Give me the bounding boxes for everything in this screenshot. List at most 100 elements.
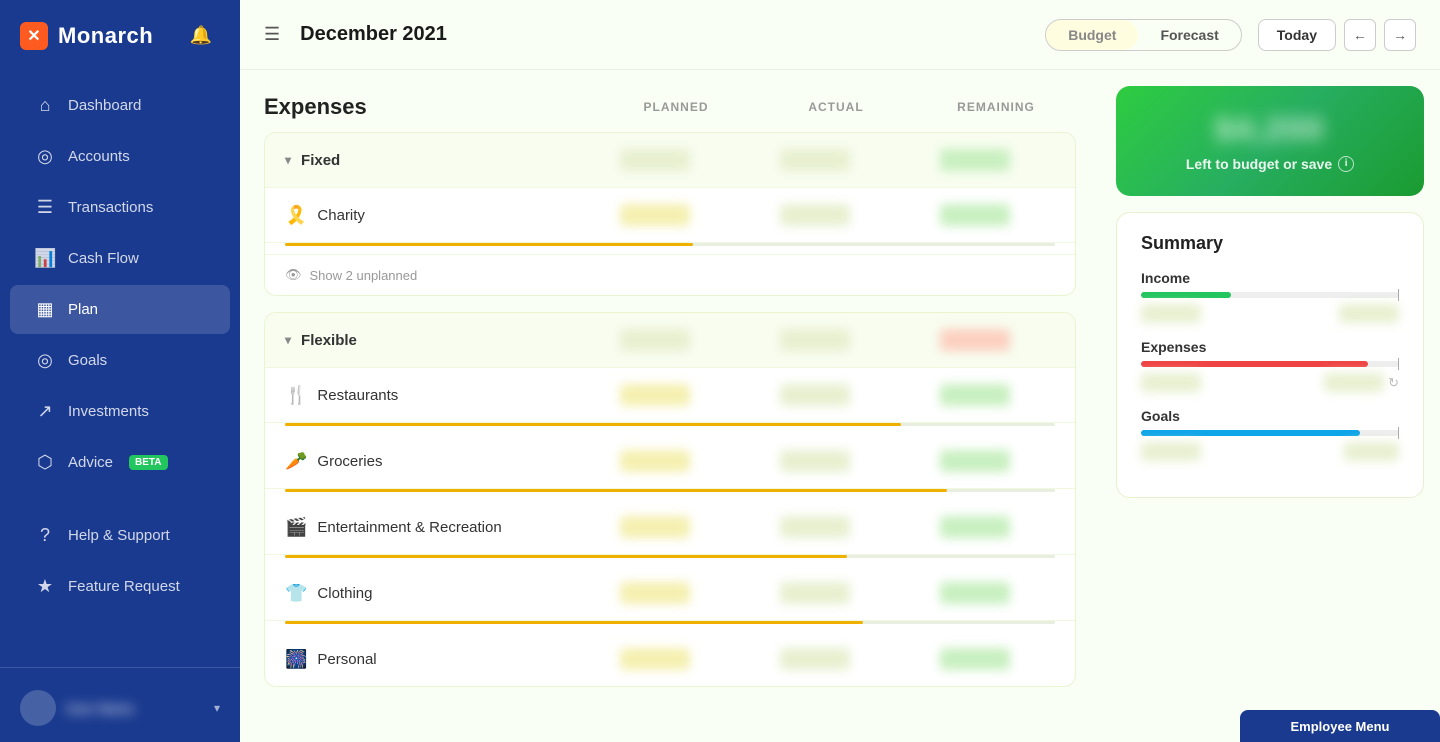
sidebar-item-advice[interactable]: ⬡ Advice BETA xyxy=(10,438,230,487)
sidebar-item-label: Plan xyxy=(68,301,98,318)
sidebar-item-cashflow[interactable]: 📊 Cash Flow xyxy=(10,234,230,283)
sidebar-item-goals[interactable]: ◎ Goals xyxy=(10,336,230,385)
fixed-label: ▾ Fixed xyxy=(285,152,575,169)
flexible-section-header-row[interactable]: ▾ Flexible $3,100 $2,400 -$200 xyxy=(265,313,1075,368)
charity-row[interactable]: 🎗️ Charity $150 $80 $70 xyxy=(265,188,1075,243)
charity-emoji-icon: 🎗️ xyxy=(285,205,307,226)
content-area: Expenses PLANNED ACTUAL REMAINING ▾ Fixe… xyxy=(240,70,1440,742)
user-name: User Name xyxy=(66,701,204,716)
sidebar-item-dashboard[interactable]: ⌂ Dashboard xyxy=(10,81,230,130)
sidebar-item-feature-request[interactable]: ★ Feature Request xyxy=(10,562,230,611)
sidebar-item-plan[interactable]: ▦ Plan xyxy=(10,285,230,334)
sidebar-item-label: Goals xyxy=(68,352,107,369)
prev-month-button[interactable]: ← xyxy=(1344,19,1376,51)
personal-remaining-value: $250 xyxy=(895,648,1055,670)
summary-expenses-actual: $5,400 xyxy=(1324,373,1384,392)
clothing-row[interactable]: 👕 Clothing $200 $150 $50 xyxy=(265,566,1075,621)
entertainment-label: 🎬 Entertainment & Recreation xyxy=(285,517,575,538)
sidebar-item-label: Investments xyxy=(68,403,149,420)
left-to-budget-amount: $4,200 xyxy=(1215,111,1325,148)
notification-bell-icon[interactable]: 🔔 xyxy=(190,25,212,46)
sidebar-item-investments[interactable]: ↗ Investments xyxy=(10,387,230,436)
forecast-toggle-button[interactable]: Forecast xyxy=(1138,20,1240,50)
summary-goals-values: $1,000 $850 xyxy=(1141,442,1399,461)
user-info: User Name xyxy=(66,701,204,716)
flexible-planned-value: $3,100 xyxy=(575,329,735,351)
help-icon: ? xyxy=(34,525,56,546)
entertainment-row[interactable]: 🎬 Entertainment & Recreation $300 $220 $… xyxy=(265,500,1075,555)
app-logo[interactable]: ✕ Monarch 🔔 xyxy=(0,0,240,71)
budget-table: Expenses PLANNED ACTUAL REMAINING ▾ Fixe… xyxy=(240,70,1100,742)
today-button[interactable]: Today xyxy=(1258,19,1336,51)
summary-title: Summary xyxy=(1141,233,1399,254)
show-unplanned-button[interactable]: 👁 Show 2 unplanned xyxy=(265,254,1075,295)
groceries-label: 🥕 Groceries xyxy=(285,451,575,472)
groceries-actual-value: $430 xyxy=(735,450,895,472)
charity-progress-track xyxy=(285,243,1055,246)
employee-menu-bar[interactable]: Employee Menu xyxy=(1240,710,1440,742)
plan-icon: ▦ xyxy=(34,299,56,320)
cashflow-icon: 📊 xyxy=(34,248,56,269)
personal-row[interactable]: 🎆 Personal $250 — $250 xyxy=(265,632,1075,686)
remaining-column-header: REMAINING xyxy=(916,100,1076,114)
avatar xyxy=(20,690,56,726)
info-icon[interactable]: i xyxy=(1338,156,1354,172)
restaurants-row[interactable]: 🍴 Restaurants $600 $480 $120 xyxy=(265,368,1075,423)
groceries-row[interactable]: 🥕 Groceries $500 $430 $70 xyxy=(265,434,1075,489)
flexible-label: ▾ Flexible xyxy=(285,332,575,349)
expenses-section-header: Expenses PLANNED ACTUAL REMAINING xyxy=(264,94,1076,132)
fixed-actual-value: $1,200 xyxy=(735,149,895,171)
sidebar-item-accounts[interactable]: ◎ Accounts xyxy=(10,132,230,181)
restaurants-progress-fill xyxy=(285,423,901,426)
sidebar-item-transactions[interactable]: ☰ Transactions xyxy=(10,183,230,232)
summary-goals-fill xyxy=(1141,430,1360,436)
entertainment-actual-value: $220 xyxy=(735,516,895,538)
eye-icon: 👁 xyxy=(285,267,302,283)
main-content: ☰ December 2021 Budget Forecast Today ← … xyxy=(240,0,1440,742)
summary-income-planned: $8,500 xyxy=(1141,304,1201,323)
dashboard-icon: ⌂ xyxy=(34,95,56,116)
restaurants-remaining-value: $120 xyxy=(895,384,1055,406)
summary-expenses-planned: $6,200 xyxy=(1141,373,1201,392)
feature-icon: ★ xyxy=(34,576,56,597)
summary-income-row: Income $8,500 $3,100 xyxy=(1141,270,1399,323)
summary-expenses-values: $6,200 $5,400 ↻ xyxy=(1141,373,1399,392)
clothing-planned-value: $200 xyxy=(575,582,735,604)
refresh-icon[interactable]: ↻ xyxy=(1388,375,1399,391)
summary-goals-planned: $1,000 xyxy=(1141,442,1201,461)
investments-icon: ↗ xyxy=(34,401,56,422)
budget-toggle-button[interactable]: Budget xyxy=(1046,20,1138,50)
personal-actual-value: — xyxy=(735,648,895,670)
summary-goals-row: Goals $1,000 $850 xyxy=(1141,408,1399,461)
personal-emoji-icon: 🎆 xyxy=(285,649,307,670)
budget-forecast-toggle: Budget Forecast xyxy=(1045,19,1242,51)
groceries-planned-value: $500 xyxy=(575,450,735,472)
entertainment-progress-track xyxy=(285,555,1055,558)
summary-income-label: Income xyxy=(1141,270,1399,286)
personal-label: 🎆 Personal xyxy=(285,649,575,670)
next-month-button[interactable]: → xyxy=(1384,19,1416,51)
hamburger-menu-icon[interactable]: ☰ xyxy=(264,24,280,45)
actual-column-header: ACTUAL xyxy=(756,100,916,114)
personal-planned-value: $250 xyxy=(575,648,735,670)
groceries-progress-fill xyxy=(285,489,947,492)
summary-expenses-track xyxy=(1141,361,1399,367)
page-title: December 2021 xyxy=(300,23,1029,46)
sidebar-item-label: Cash Flow xyxy=(68,250,139,267)
employee-menu-label: Employee Menu xyxy=(1291,719,1390,734)
left-to-budget-label: Left to budget or save i xyxy=(1186,156,1354,172)
summary-income-fill xyxy=(1141,292,1231,298)
summary-income-actual: $3,100 xyxy=(1339,304,1399,323)
sidebar-item-label: Dashboard xyxy=(68,97,141,114)
clothing-actual-value: $150 xyxy=(735,582,895,604)
charity-label: 🎗️ Charity xyxy=(285,205,575,226)
summary-income-values: $8,500 $3,100 xyxy=(1141,304,1399,323)
topbar: ☰ December 2021 Budget Forecast Today ← … xyxy=(240,0,1440,70)
summary-expenses-label: Expenses xyxy=(1141,339,1399,355)
advice-beta-badge: BETA xyxy=(129,455,167,470)
user-profile-area[interactable]: User Name ▾ xyxy=(0,678,240,742)
clothing-progress-fill xyxy=(285,621,863,624)
fixed-section-header-row[interactable]: ▾ Fixed $2,400 $1,200 $800 xyxy=(265,133,1075,188)
topbar-navigation: Today ← → xyxy=(1258,19,1416,51)
sidebar-item-help[interactable]: ? Help & Support xyxy=(10,511,230,560)
